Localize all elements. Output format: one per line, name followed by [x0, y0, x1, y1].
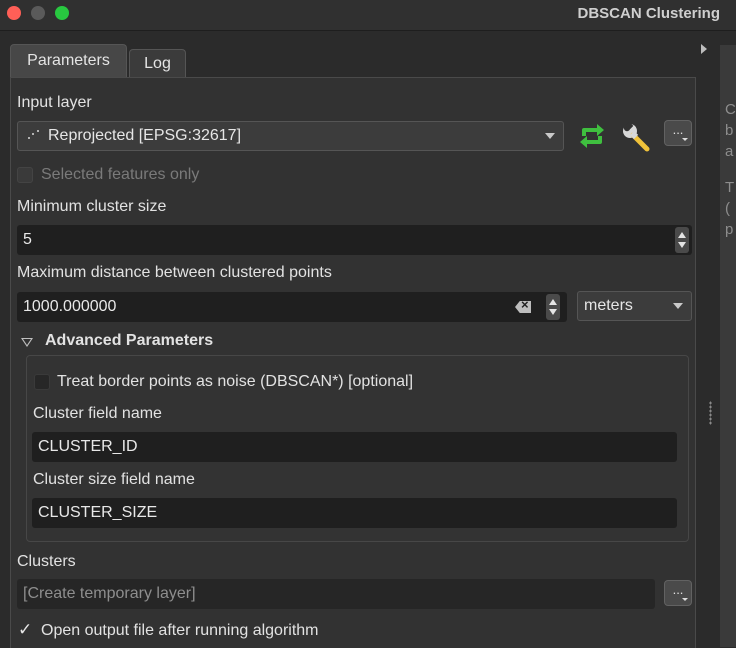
advanced-parameters-header[interactable]: Advanced Parameters — [45, 332, 213, 350]
tab-parameters[interactable]: Parameters — [10, 44, 127, 78]
cluster-size-field-label: Cluster size field name — [33, 471, 195, 488]
caret-down-icon — [682, 138, 688, 141]
max-distance-stepper[interactable] — [546, 294, 560, 320]
open-output-checkbox[interactable]: ✓ — [18, 620, 32, 640]
increment-icon — [678, 232, 686, 238]
advanced-parameters-group: Treat border points as noise (DBSCAN*) [… — [26, 355, 689, 542]
caret-down-icon — [682, 598, 688, 601]
cluster-field-label: Cluster field name — [33, 405, 162, 422]
cluster-field-input[interactable]: CLUSTER_ID — [32, 432, 677, 462]
collapse-triangle-icon[interactable] — [21, 338, 33, 347]
clusters-options-button[interactable]: ... — [664, 580, 692, 606]
decrement-icon — [678, 242, 686, 248]
title-bar: DBSCAN Clustering — [0, 0, 736, 31]
window-title: DBSCAN Clustering — [577, 5, 720, 22]
iterate-icon[interactable] — [577, 123, 607, 149]
collapse-arrow-icon[interactable] — [701, 44, 707, 54]
parameters-panel: Input layer Reprojected [EPSG:32617] ...… — [10, 77, 696, 648]
input-layer-combo[interactable]: Reprojected [EPSG:32617] — [17, 121, 564, 151]
clusters-output-input[interactable]: [Create temporary layer] — [17, 579, 655, 609]
help-text-area: C b a T ( p — [720, 45, 736, 647]
point-layer-icon — [26, 129, 40, 143]
max-distance-input[interactable]: 1000.000000 — [17, 292, 567, 322]
tab-log[interactable]: Log — [129, 49, 186, 78]
close-window-button[interactable] — [7, 6, 21, 20]
help-text-fragment: C — [725, 101, 736, 118]
cluster-size-field-input[interactable]: CLUSTER_SIZE — [32, 498, 677, 528]
selected-features-label: Selected features only — [41, 166, 200, 183]
input-layer-value: Reprojected [EPSG:32617] — [48, 127, 242, 144]
input-layer-options-button[interactable]: ... — [664, 120, 692, 146]
border-noise-checkbox[interactable] — [34, 374, 50, 390]
help-text-fragment: p — [725, 221, 734, 238]
help-text-fragment: T — [725, 179, 735, 196]
splitter-handle[interactable] — [709, 401, 712, 425]
decrement-icon — [549, 309, 557, 315]
open-output-label: Open output file after running algorithm — [41, 622, 319, 639]
min-cluster-size-label: Minimum cluster size — [17, 198, 167, 215]
minimize-window-button[interactable] — [31, 6, 45, 20]
clusters-label: Clusters — [17, 553, 76, 570]
chevron-down-icon — [545, 133, 555, 139]
min-cluster-size-input[interactable]: 5 — [17, 225, 692, 255]
help-text-fragment: b — [725, 122, 734, 139]
input-layer-label: Input layer — [17, 94, 92, 111]
help-side-panel: C b a T ( p — [697, 31, 736, 647]
selected-features-checkbox[interactable] — [17, 167, 33, 183]
border-noise-label: Treat border points as noise (DBSCAN*) [… — [57, 373, 414, 390]
distance-unit-select[interactable]: meters — [577, 291, 692, 321]
increment-icon — [549, 299, 557, 305]
wrench-icon[interactable] — [621, 122, 651, 152]
min-cluster-size-stepper[interactable] — [675, 227, 689, 253]
zoom-window-button[interactable] — [55, 6, 69, 20]
max-distance-label: Maximum distance between clustered point… — [17, 264, 332, 281]
chevron-down-icon — [673, 303, 683, 309]
help-text-fragment: ( — [725, 200, 730, 217]
help-text-fragment: a — [725, 143, 734, 160]
